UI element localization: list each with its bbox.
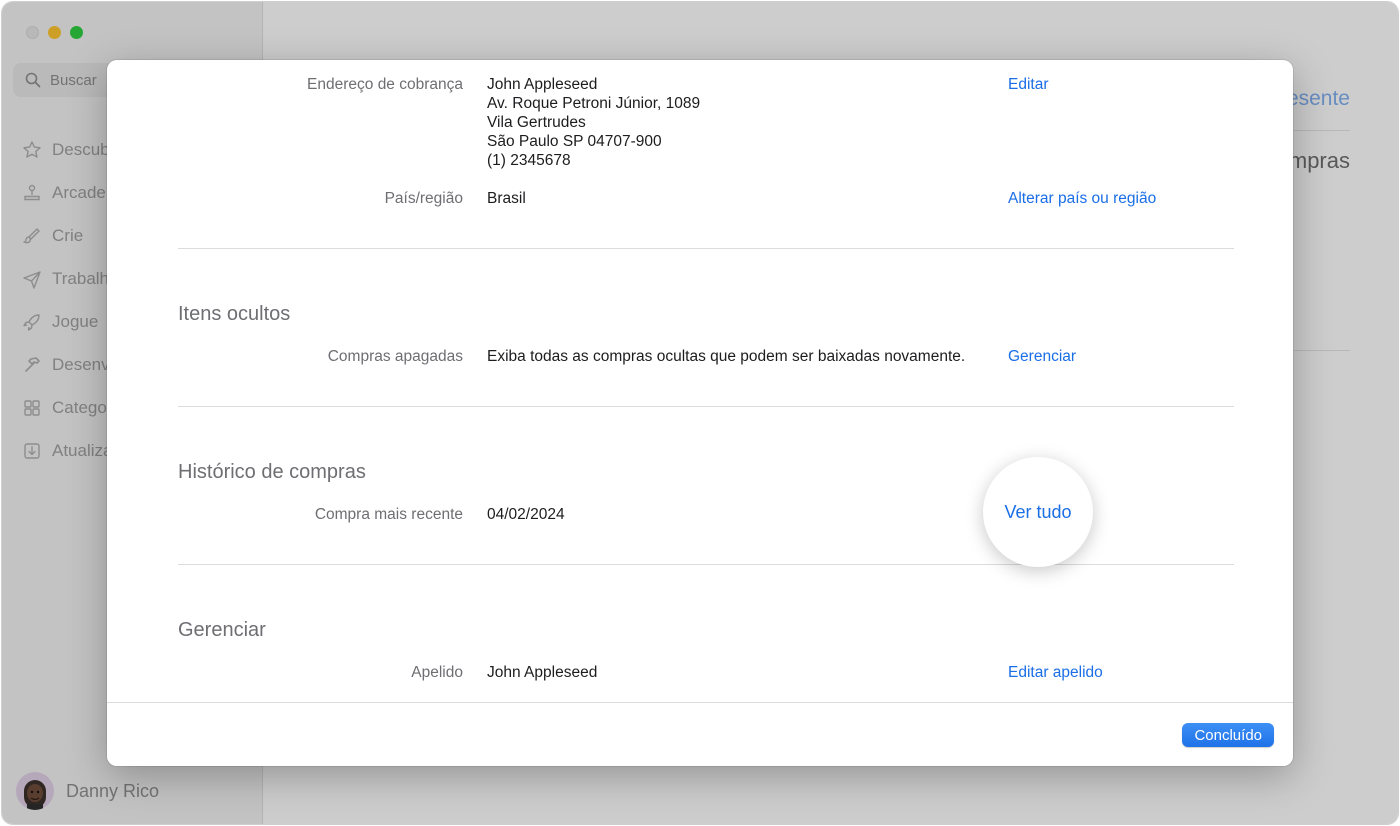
deleted-purchases-label: Compras apagadas (327, 348, 463, 365)
section-divider (178, 248, 1234, 249)
manage-heading: Gerenciar (178, 619, 266, 641)
billing-line: Av. Roque Petroni Júnior, 1089 (487, 95, 701, 112)
see-all-button[interactable]: Ver tudo (983, 457, 1093, 567)
billing-line: John Appleseed (487, 76, 598, 93)
purchase-history-heading: Histórico de compras (178, 461, 366, 483)
nickname-label: Apelido (411, 664, 463, 681)
edit-billing-link[interactable]: Editar (1008, 75, 1049, 94)
latest-purchase-label: Compra mais recente (314, 506, 463, 523)
nickname-value: John Appleseed (487, 664, 598, 681)
country-label: País/região (384, 190, 463, 207)
manage-hidden-link[interactable]: Gerenciar (1008, 347, 1076, 366)
billing-address-label: Endereço de cobrança (307, 76, 463, 93)
done-button[interactable]: Concluído (1182, 723, 1274, 747)
edit-nickname-link[interactable]: Editar apelido (1008, 663, 1103, 682)
sheet-footer: Concluído (107, 702, 1293, 766)
section-divider (178, 406, 1234, 407)
billing-line: São Paulo SP 04707-900 (487, 133, 662, 150)
billing-line: (1) 2345678 (487, 152, 571, 169)
change-country-link[interactable]: Alterar país ou região (1008, 189, 1156, 208)
billing-line: Vila Gertrudes (487, 114, 586, 131)
deleted-purchases-value: Exiba todas as compras ocultas que podem… (487, 348, 966, 365)
sheet-scroll-area[interactable]: Endereço de cobrança John Appleseed Av. … (107, 60, 1293, 702)
country-value: Brasil (487, 190, 526, 207)
billing-address-value: John Appleseed Av. Roque Petroni Júnior,… (487, 75, 700, 170)
hidden-items-heading: Itens ocultos (178, 303, 291, 325)
account-info-sheet: Endereço de cobrança John Appleseed Av. … (107, 60, 1293, 766)
latest-purchase-date: 04/02/2024 (487, 506, 565, 523)
section-divider (178, 564, 1234, 565)
